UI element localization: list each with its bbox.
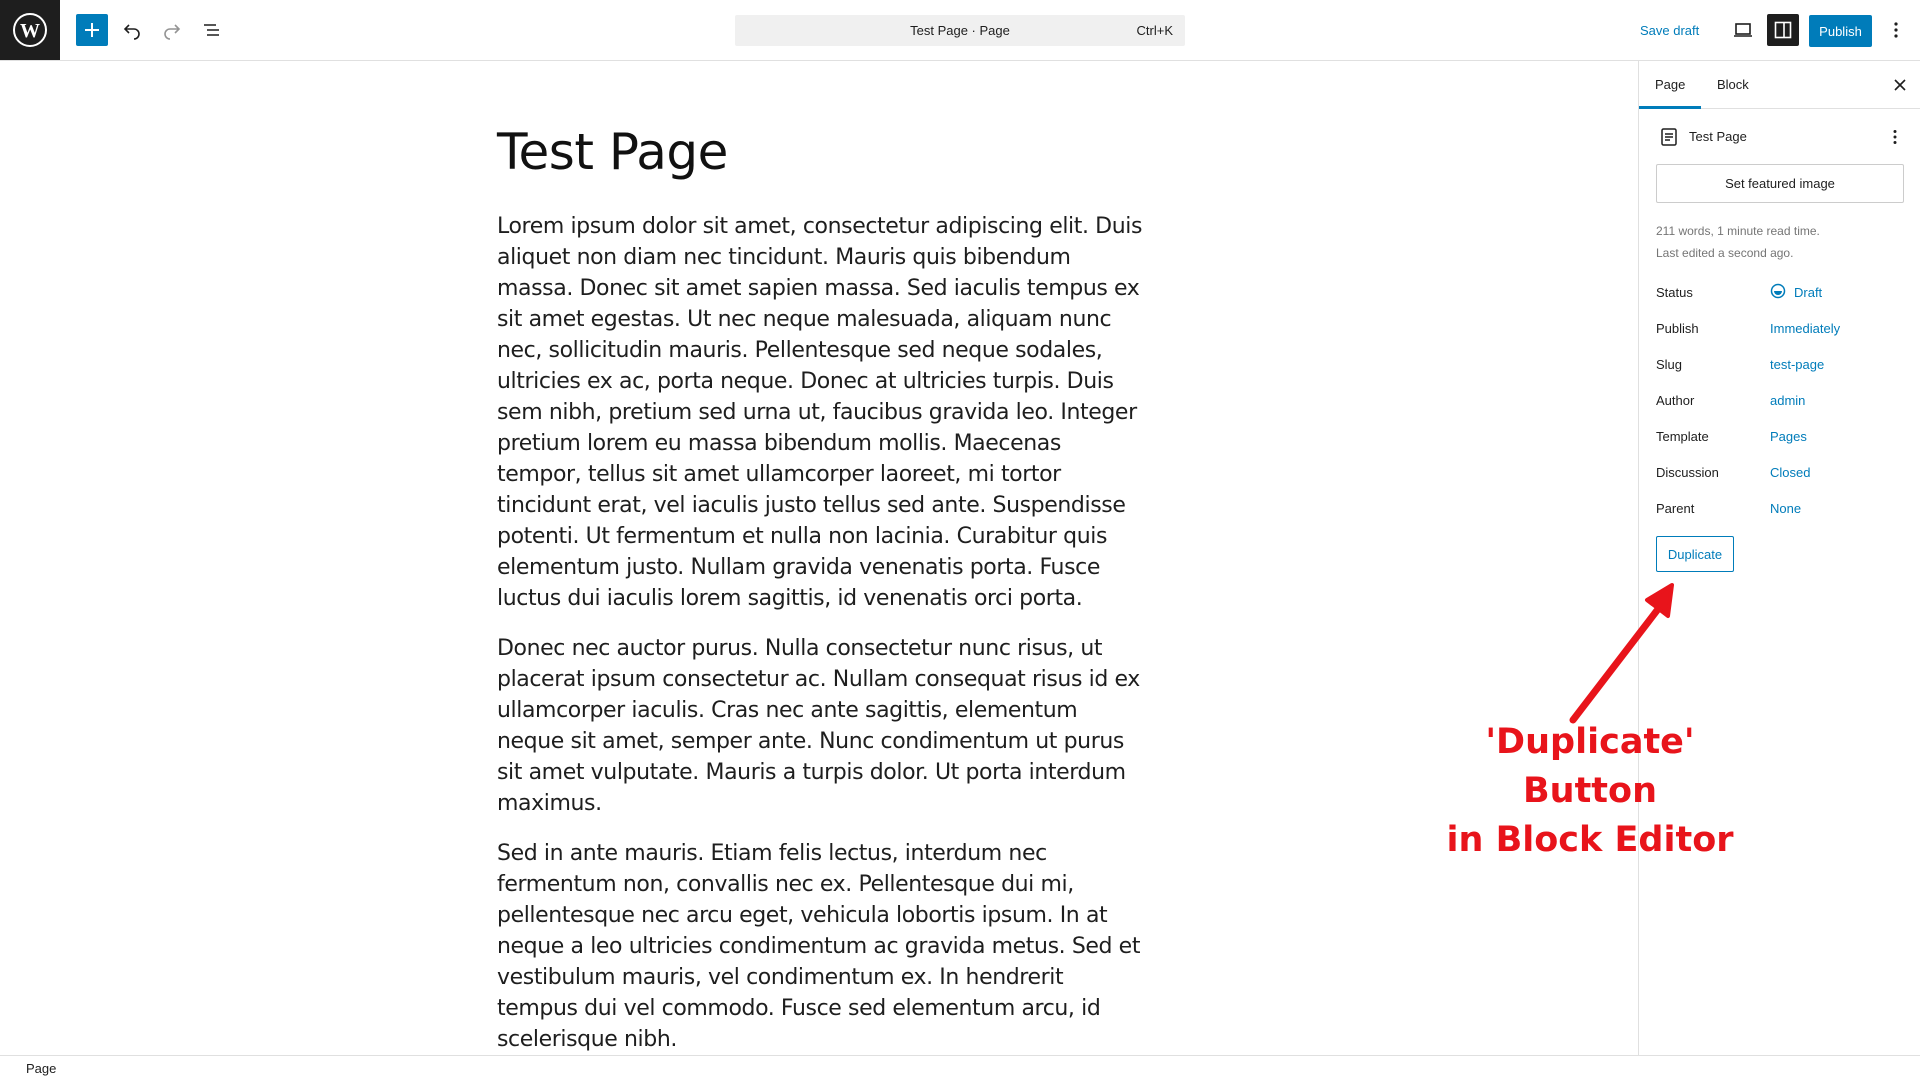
word-count: 211 words, 1 minute read time. — [1656, 224, 1820, 238]
sidebar-settings-icon — [1774, 21, 1792, 39]
publish-label: Publish — [1656, 321, 1699, 336]
command-palette-bar[interactable]: Test Page · Page Ctrl+K — [735, 15, 1185, 46]
settings-toggle-button[interactable] — [1767, 14, 1799, 46]
more-vertical-icon — [1894, 22, 1898, 38]
undo-icon — [123, 24, 140, 40]
paragraph-block[interactable]: Lorem ipsum dolor sit amet, consectetur … — [497, 211, 1147, 614]
parent-value[interactable]: None — [1770, 501, 1801, 516]
set-featured-image-button[interactable]: Set featured image — [1656, 164, 1904, 203]
redo-icon — [164, 24, 181, 40]
plus-icon — [85, 23, 99, 37]
discussion-value[interactable]: Closed — [1770, 465, 1810, 480]
settings-sidebar: Page Block Test Page Set featured image … — [1638, 61, 1920, 1055]
publish-value[interactable]: Immediately — [1770, 321, 1840, 336]
document-summary: Test Page — [1657, 125, 1907, 149]
annotation-line-1: 'Duplicate' Button — [1485, 722, 1695, 811]
template-value[interactable]: Pages — [1770, 429, 1807, 444]
tab-page[interactable]: Page — [1639, 61, 1701, 109]
document-title: Test Page · Page — [910, 23, 1010, 38]
duplicate-button[interactable]: Duplicate — [1656, 536, 1734, 572]
page-icon — [1661, 128, 1677, 146]
list-view-icon — [204, 24, 219, 36]
save-draft-button[interactable]: Save draft — [1640, 15, 1699, 47]
add-block-button[interactable] — [76, 14, 108, 46]
list-view-button[interactable] — [196, 14, 228, 46]
undo-button[interactable] — [116, 14, 148, 46]
paragraph-block[interactable]: Donec nec auctor purus. Nulla consectetu… — [497, 633, 1147, 819]
shortcut-hint: Ctrl+K — [1136, 23, 1173, 38]
editor-canvas: Test Page Lorem ipsum dolor sit amet, co… — [0, 61, 1638, 1055]
parent-label: Parent — [1656, 501, 1695, 516]
document-title-label: Test Page — [1689, 129, 1747, 144]
author-label: Author — [1656, 393, 1695, 408]
wordpress-logo-icon[interactable]: W — [0, 0, 60, 60]
more-vertical-icon — [1893, 130, 1897, 144]
desktop-preview-icon — [1734, 23, 1752, 37]
svg-text:W: W — [20, 20, 40, 42]
sidebar-tabs: Page Block — [1639, 61, 1920, 109]
annotation-line-2: in Block Editor — [1446, 820, 1734, 860]
template-label: Template — [1656, 429, 1709, 444]
post-content: Lorem ipsum dolor sit amet, consectetur … — [497, 211, 1147, 1074]
status-value[interactable]: Draft — [1794, 285, 1822, 300]
editor-footer: Page — [0, 1055, 1920, 1080]
redo-button[interactable] — [156, 14, 188, 46]
paragraph-block[interactable]: Sed in ante mauris. Etiam felis lectus, … — [497, 838, 1147, 1055]
draft-status-icon — [1770, 283, 1786, 299]
close-sidebar-button[interactable] — [1884, 69, 1916, 101]
slug-value[interactable]: test-page — [1770, 357, 1824, 372]
author-value[interactable]: admin — [1770, 393, 1805, 408]
status-label: Status — [1656, 285, 1693, 300]
close-icon — [1894, 79, 1906, 91]
publish-button[interactable]: Publish — [1809, 15, 1872, 47]
document-actions-button[interactable] — [1883, 125, 1907, 149]
preview-button[interactable] — [1727, 14, 1759, 46]
discussion-label: Discussion — [1656, 465, 1719, 480]
last-edited: Last edited a second ago. — [1656, 246, 1794, 260]
options-menu-button[interactable] — [1880, 14, 1912, 46]
breadcrumb[interactable]: Page — [26, 1061, 56, 1076]
editor-header: W Test Page · Page Ctrl+K Save draft Pub… — [0, 0, 1920, 61]
slug-label: Slug — [1656, 357, 1683, 372]
post-title[interactable]: Test Page — [497, 123, 728, 181]
tab-block[interactable]: Block — [1701, 61, 1765, 109]
annotation-callout: 'Duplicate' Button in Block Editor — [1420, 718, 1760, 865]
